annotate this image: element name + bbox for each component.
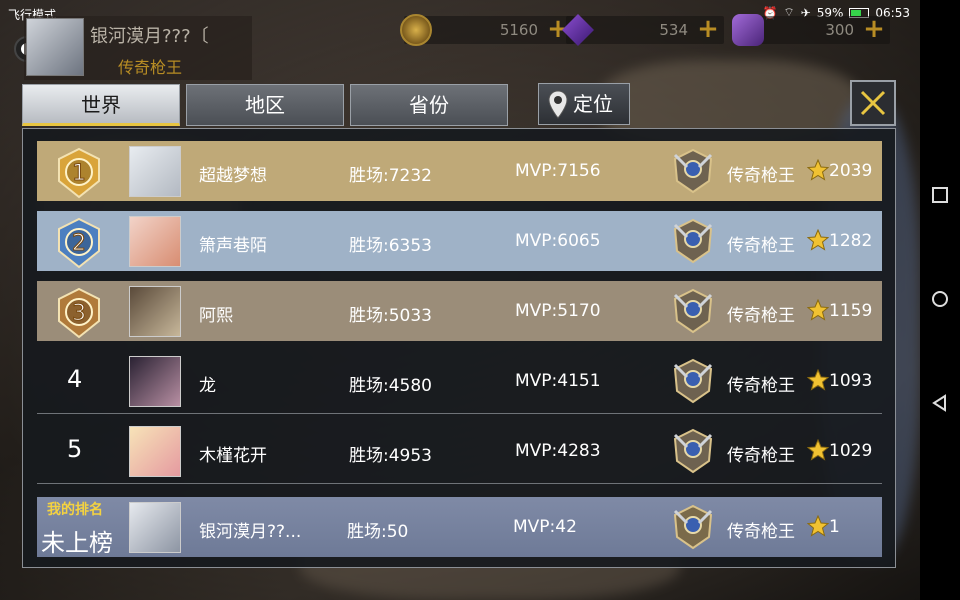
leaderboard-row[interactable]: 5 木槿花开 胜场:4953 MVP:4283 传奇枪王 1029 — [37, 421, 882, 481]
my-mvp: MVP:42 — [513, 517, 577, 537]
rank-number: 4 — [67, 365, 83, 393]
wins-count: 胜场:5033 — [349, 306, 432, 326]
my-name: 银河漠月??... — [199, 522, 302, 542]
wins-count: 胜场:7232 — [349, 166, 432, 186]
leaderboard-row[interactable]: 4 龙 胜场:4580 MVP:4151 传奇枪王 1093 — [37, 351, 882, 411]
star-count: 1159 — [829, 301, 873, 321]
mvp-count: MVP:7156 — [515, 161, 601, 181]
rank-number: 5 — [67, 435, 83, 463]
player-profile[interactable]: 银河漠月???〔 传奇枪王 — [24, 16, 252, 80]
tab-region[interactable]: 地区 — [186, 84, 344, 126]
my-avatar — [129, 502, 181, 553]
rank-emblem-icon — [673, 218, 713, 264]
leaderboard-row[interactable]: 1 超越梦想 胜场:7232 MVP:7156 传奇枪王 2039 — [37, 141, 882, 201]
locate-label: 定位 — [573, 92, 613, 116]
rank-emblem-icon — [673, 148, 713, 194]
currency-value: 534 — [659, 21, 688, 39]
star-count: 1029 — [829, 441, 873, 461]
rank-emblem-icon — [673, 428, 713, 474]
rank-medal-icon: 2 — [58, 217, 100, 269]
row-divider — [37, 413, 882, 414]
star-count: 2039 — [829, 161, 873, 181]
my-stars: 1 — [829, 517, 840, 537]
my-rank-label: 我的排名 — [47, 502, 103, 518]
locate-button[interactable]: 定位 — [538, 83, 630, 125]
wins-count: 胜场:6353 — [349, 236, 432, 256]
rank-emblem-icon — [673, 358, 713, 404]
battery-fill — [851, 9, 861, 16]
close-icon — [860, 90, 886, 116]
rank-title: 传奇枪王 — [727, 446, 795, 466]
player-avatar — [129, 356, 181, 407]
star-icon — [807, 439, 829, 461]
rank-number: 3 — [72, 301, 86, 326]
tab-world[interactable]: 世界 — [22, 84, 180, 126]
currency-value: 5160 — [499, 21, 538, 39]
row-divider — [37, 483, 882, 484]
mvp-count: MVP:5170 — [515, 301, 601, 321]
rank-medal-icon: 1 — [58, 147, 100, 199]
star-count: 1282 — [829, 231, 873, 251]
player-avatar — [26, 18, 84, 76]
star-icon — [807, 369, 829, 391]
my-wins: 胜场:50 — [347, 522, 409, 542]
purple-diamond-icon — [562, 14, 594, 46]
player-avatar — [129, 286, 181, 337]
add-voucher-button[interactable]: + — [860, 16, 888, 44]
rank-emblem-icon — [673, 288, 713, 334]
close-button[interactable] — [850, 80, 896, 126]
leaderboard-row[interactable]: 2 箫声巷陌 胜场:6353 MVP:6065 传奇枪王 1282 — [37, 211, 882, 271]
rank-number: 2 — [72, 231, 86, 256]
rank-title: 传奇枪王 — [727, 376, 795, 396]
star-icon — [807, 159, 829, 181]
player-name: 木槿花开 — [199, 446, 267, 466]
currency-gold: 5160 + — [400, 14, 574, 46]
add-diamond-button[interactable]: + — [694, 16, 722, 44]
player-rank: 传奇枪王 — [118, 58, 183, 77]
rank-title: 传奇枪王 — [727, 306, 795, 326]
tab-province[interactable]: 省份 — [350, 84, 508, 126]
star-icon — [807, 299, 829, 321]
my-rank-status: 未上榜 — [41, 529, 113, 557]
rank-emblem-icon — [673, 504, 713, 550]
my-rank-title: 传奇枪王 — [727, 522, 795, 542]
currency-diamond: 534 + — [562, 14, 724, 46]
player-name: 阿熙 — [199, 306, 233, 326]
rank-title: 传奇枪王 — [727, 236, 795, 256]
player-avatar — [129, 426, 181, 477]
rank-medal-icon: 3 — [58, 287, 100, 339]
mvp-count: MVP:6065 — [515, 231, 601, 251]
mvp-count: MVP:4283 — [515, 441, 601, 461]
purple-voucher-icon — [732, 14, 764, 46]
player-avatar — [129, 216, 181, 267]
player-name: 超越梦想 — [199, 166, 267, 186]
star-icon — [807, 515, 829, 537]
player-name: 箫声巷陌 — [199, 236, 267, 256]
mvp-count: MVP:4151 — [515, 371, 601, 391]
recents-icon[interactable] — [931, 186, 949, 204]
home-icon[interactable] — [931, 290, 949, 308]
system-nav-bar — [920, 0, 960, 600]
leaderboard-panel: 1 超越梦想 胜场:7232 MVP:7156 传奇枪王 2039 2 箫声巷陌 — [22, 128, 896, 568]
currency-voucher: 300 + — [732, 14, 890, 46]
back-icon[interactable] — [931, 394, 949, 412]
player-avatar — [129, 146, 181, 197]
gold-coin-icon — [400, 14, 432, 46]
rank-number: 1 — [72, 161, 86, 186]
player-name: 银河漠月???〔 — [90, 26, 209, 47]
wins-count: 胜场:4953 — [349, 446, 432, 466]
currency-value: 300 — [825, 21, 854, 39]
player-name: 龙 — [199, 376, 216, 396]
location-pin-icon — [548, 90, 568, 119]
my-rank-row: 我的排名 未上榜 银河漠月??... 胜场:50 MVP:42 传奇枪王 1 — [37, 497, 882, 557]
leaderboard-row[interactable]: 3 阿熙 胜场:5033 MVP:5170 传奇枪王 1159 — [37, 281, 882, 341]
wins-count: 胜场:4580 — [349, 376, 432, 396]
rank-title: 传奇枪王 — [727, 166, 795, 186]
star-count: 1093 — [829, 371, 873, 391]
star-icon — [807, 229, 829, 251]
